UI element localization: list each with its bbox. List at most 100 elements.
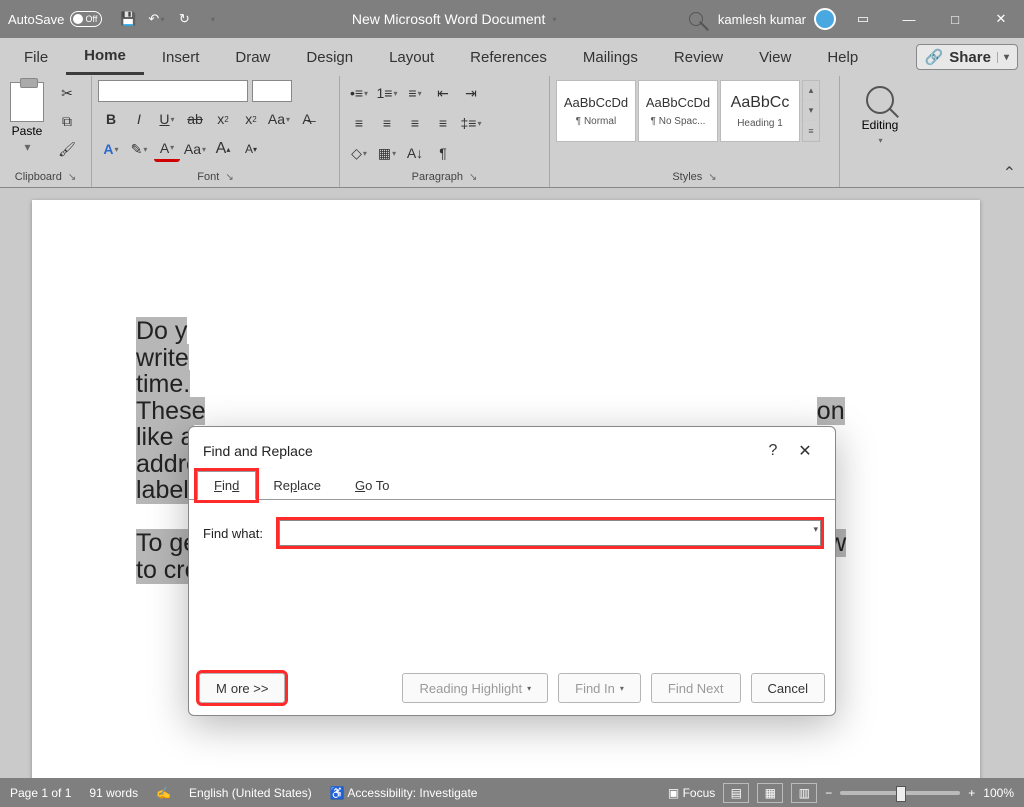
ribbon-display-options-icon[interactable]: ▭ <box>840 0 886 38</box>
bullets-button[interactable]: •≡▾ <box>346 80 372 106</box>
tab-goto[interactable]: Go To <box>338 471 406 500</box>
shading-button[interactable]: ◇▾ <box>346 140 372 166</box>
tab-mailings[interactable]: Mailings <box>565 41 656 74</box>
strikethrough-button[interactable]: ab <box>182 106 208 132</box>
undo-icon[interactable]: ↶▾ <box>144 7 168 31</box>
spell-check-icon[interactable]: ✍ <box>156 786 171 800</box>
styles-expand-icon[interactable]: ≡ <box>803 121 819 141</box>
zoom-out-button[interactable]: − <box>825 786 832 800</box>
subscript-button[interactable]: x2 <box>210 106 236 132</box>
word-count[interactable]: 91 words <box>89 786 138 800</box>
style-heading1[interactable]: AaBbCc Heading 1 <box>720 80 800 142</box>
change-case-button[interactable]: Aa▾ <box>266 106 292 132</box>
line-spacing-button[interactable]: ‡≡▾ <box>458 110 484 136</box>
zoom-slider[interactable] <box>840 791 960 795</box>
document-title[interactable]: New Microsoft Word Document ▾ <box>230 11 677 27</box>
character-shading-button[interactable]: Aa▾ <box>182 136 208 162</box>
chevron-down-icon[interactable]: ▾ <box>813 524 818 535</box>
highlight-button[interactable]: ✎▾ <box>126 136 152 162</box>
dialog-launcher-icon[interactable]: ↘ <box>469 172 477 183</box>
font-name-combo[interactable] <box>98 80 248 102</box>
sort-button[interactable]: A↓ <box>402 140 428 166</box>
increase-indent-button[interactable]: ⇥ <box>458 80 484 106</box>
tab-insert[interactable]: Insert <box>144 41 218 74</box>
font-size-combo[interactable] <box>252 80 292 102</box>
tab-design[interactable]: Design <box>288 41 371 74</box>
multilevel-list-button[interactable]: ≡▾ <box>402 80 428 106</box>
tab-find[interactable]: Find <box>197 471 256 500</box>
dialog-launcher-icon[interactable]: ↘ <box>708 172 716 183</box>
show-marks-button[interactable]: ¶ <box>430 140 456 166</box>
copy-icon[interactable]: ⧉ <box>54 108 80 134</box>
tab-review[interactable]: Review <box>656 41 741 74</box>
find-in-button[interactable]: Find In▾ <box>558 673 641 703</box>
grow-font-button[interactable]: A▴ <box>210 136 236 162</box>
chevron-down-icon[interactable]: ▾ <box>24 140 30 154</box>
superscript-button[interactable]: x2 <box>238 106 264 132</box>
tab-home[interactable]: Home <box>66 39 144 75</box>
zoom-in-button[interactable]: + <box>968 786 975 800</box>
web-layout-icon[interactable]: ▥ <box>791 783 817 803</box>
qat-dropdown-icon[interactable]: ▾ <box>200 7 224 31</box>
dialog-launcher-icon[interactable]: ↘ <box>225 172 233 183</box>
align-right-button[interactable]: ≡ <box>402 110 428 136</box>
tab-file[interactable]: File <box>6 41 66 74</box>
share-button[interactable]: 🔗 Share ▾ <box>916 44 1018 70</box>
font-color-button[interactable]: A▾ <box>154 136 180 162</box>
scroll-down-icon[interactable]: ▾ <box>803 101 819 121</box>
tab-help[interactable]: Help <box>809 41 876 74</box>
print-layout-icon[interactable]: ▦ <box>757 783 783 803</box>
save-icon[interactable]: 💾 <box>116 7 140 31</box>
language-status[interactable]: English (United States) <box>189 786 312 800</box>
shrink-font-button[interactable]: A▾ <box>238 136 264 162</box>
toggle-switch[interactable]: Off <box>70 11 102 27</box>
cut-icon[interactable]: ✂ <box>54 80 80 106</box>
bold-button[interactable]: B <box>98 106 124 132</box>
tab-references[interactable]: References <box>452 41 565 74</box>
align-center-button[interactable]: ≡ <box>374 110 400 136</box>
accessibility-status[interactable]: ♿ Accessibility: Investigate <box>330 786 478 800</box>
editing-button[interactable]: Editing ▾ <box>846 80 914 151</box>
scroll-up-icon[interactable]: ▴ <box>803 81 819 101</box>
style-normal[interactable]: AaBbCcDd ¶ Normal <box>556 80 636 142</box>
italic-button[interactable]: I <box>126 106 152 132</box>
search-icon[interactable] <box>678 12 714 26</box>
find-what-input[interactable] <box>280 521 820 545</box>
reading-highlight-button[interactable]: Reading Highlight▾ <box>402 673 548 703</box>
numbering-button[interactable]: 1≡▾ <box>374 80 400 106</box>
close-icon[interactable]: ✕ <box>978 0 1024 38</box>
page-count[interactable]: Page 1 of 1 <box>10 786 71 800</box>
maximize-icon[interactable]: □ <box>932 0 978 38</box>
more-button[interactable]: More >> <box>199 673 285 703</box>
justify-button[interactable]: ≡ <box>430 110 456 136</box>
zoom-level[interactable]: 100% <box>983 786 1014 800</box>
read-mode-icon[interactable]: ▤ <box>723 783 749 803</box>
underline-button[interactable]: U▾ <box>154 106 180 132</box>
tab-draw[interactable]: Draw <box>217 41 288 74</box>
decrease-indent-button[interactable]: ⇤ <box>430 80 456 106</box>
tab-replace[interactable]: Replace <box>256 471 338 500</box>
clear-formatting-icon[interactable]: A̶ <box>294 106 320 132</box>
autosave-toggle[interactable]: AutoSave Off <box>0 11 110 27</box>
style-no-spacing[interactable]: AaBbCcDd ¶ No Spac... <box>638 80 718 142</box>
styles-scroll[interactable]: ▴ ▾ ≡ <box>802 80 820 142</box>
account-button[interactable]: kamlesh kumar <box>714 8 840 30</box>
tab-layout[interactable]: Layout <box>371 41 452 74</box>
chevron-down-icon[interactable]: ▾ <box>997 52 1009 63</box>
collapse-ribbon-icon[interactable]: ⌃ <box>1003 163 1016 183</box>
borders-button[interactable]: ▦▾ <box>374 140 400 166</box>
paste-button[interactable]: Paste ▾ <box>6 80 48 162</box>
dialog-launcher-icon[interactable]: ↘ <box>68 172 76 183</box>
format-painter-icon[interactable]: 🖌 <box>54 136 80 162</box>
text-effects-button[interactable]: A▾ <box>98 136 124 162</box>
redo-icon[interactable]: ↻ <box>172 7 196 31</box>
styles-gallery[interactable]: AaBbCcDd ¶ Normal AaBbCcDd ¶ No Spac... … <box>556 80 833 142</box>
help-icon[interactable]: ? <box>757 437 789 465</box>
close-icon[interactable]: ✕ <box>789 437 821 465</box>
find-next-button[interactable]: Find Next <box>651 673 741 703</box>
minimize-icon[interactable]: — <box>886 0 932 38</box>
align-left-button[interactable]: ≡ <box>346 110 372 136</box>
tab-view[interactable]: View <box>741 41 809 74</box>
cancel-button[interactable]: Cancel <box>751 673 825 703</box>
focus-mode-button[interactable]: ▣ Focus <box>668 786 715 800</box>
